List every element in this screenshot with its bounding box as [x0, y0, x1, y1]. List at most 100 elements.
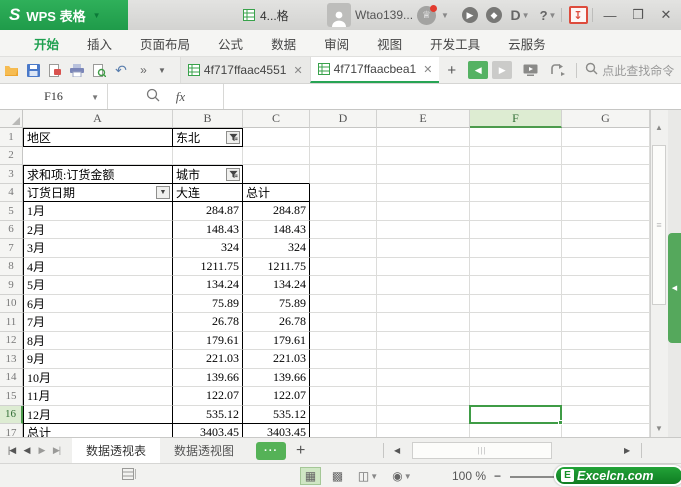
zoom-slider[interactable] [510, 476, 554, 478]
grid-cell[interactable] [470, 239, 562, 258]
next-sheet-icon[interactable]: ▶ [34, 445, 49, 456]
session-history-icon[interactable] [520, 61, 540, 79]
grid-cell[interactable] [470, 165, 562, 184]
grid-cell[interactable] [310, 257, 377, 276]
grid-cell[interactable]: 5月 [23, 276, 173, 295]
account-area[interactable]: Wtao139... ♕ ▼ [327, 0, 449, 30]
customize-toolbar-icon[interactable]: ▼ [158, 66, 166, 75]
grid-cell[interactable]: 订货日期 ▼ [23, 183, 173, 202]
spreadsheet[interactable]: ▲ ≡ ▼ ◀ A B C D E F G 1 2 3 4 5 6 7 8 9 10 11 12 13 14 15 16 17… [0, 110, 681, 437]
grid-cell[interactable]: 284.87 [173, 202, 243, 221]
grid-cell[interactable] [310, 220, 377, 239]
grid-cell[interactable] [470, 387, 562, 406]
grid-cell[interactable]: 26.78 [243, 313, 310, 332]
grid-cell[interactable]: 324 [243, 239, 310, 258]
row-header[interactable]: 6 [0, 220, 23, 239]
grid-cell[interactable] [562, 202, 650, 221]
search-icon[interactable] [585, 62, 598, 78]
grid-cell[interactable] [470, 313, 562, 332]
open-file-icon[interactable] [0, 59, 22, 81]
tab-home[interactable]: 开始 [20, 34, 73, 53]
tab-formulas[interactable]: 公式 [204, 34, 257, 53]
grid-cell[interactable]: 179.61 [173, 331, 243, 350]
grid-cell[interactable] [243, 165, 310, 184]
vip-badge[interactable]: ♕ [417, 4, 438, 25]
dropdown-arrow-icon[interactable]: ▼ [156, 185, 170, 199]
scroll-left-icon[interactable]: ◀ [394, 446, 400, 455]
tab-review[interactable]: 审阅 [310, 34, 363, 53]
grid-cell[interactable] [562, 313, 650, 332]
grid-cell[interactable] [470, 350, 562, 369]
download-manager-icon[interactable]: ↧ [565, 0, 591, 30]
grid-cell[interactable] [377, 331, 470, 350]
grid-cell[interactable] [310, 424, 377, 437]
zoom-level[interactable]: 100 % [452, 469, 486, 483]
column-header[interactable]: B [173, 110, 243, 128]
grid-cell[interactable]: 总计 [23, 424, 173, 437]
chevron-down-icon[interactable]: ▼ [91, 93, 99, 102]
help-icon[interactable]: ? ▼ [535, 0, 561, 30]
search-function-icon[interactable] [146, 88, 160, 105]
grid-cell[interactable] [470, 294, 562, 313]
formula-input[interactable] [224, 84, 681, 109]
grid-cell[interactable] [310, 294, 377, 313]
share-icon[interactable] [548, 61, 568, 79]
sheet-list-button[interactable]: ··· [256, 441, 287, 460]
grid-cell[interactable]: 2月 [23, 220, 173, 239]
add-sheet-button[interactable]: + [286, 442, 315, 460]
grid-cell[interactable]: 324 [173, 239, 243, 258]
grid-cell[interactable]: 148.43 [173, 220, 243, 239]
save-icon[interactable] [22, 59, 44, 81]
tab-view[interactable]: 视图 [363, 34, 416, 53]
view-page-layout-icon[interactable]: ◫ ▼ [354, 467, 382, 485]
sheet-tab-pivot-chart[interactable]: 数据透视图 [160, 438, 248, 463]
grid-cell[interactable] [562, 424, 650, 437]
tab-dev-tools[interactable]: 开发工具 [416, 34, 494, 53]
row-header[interactable]: 17 [0, 424, 23, 437]
column-header[interactable]: A [23, 110, 173, 128]
grid-cell[interactable] [470, 202, 562, 221]
grid-cell[interactable]: 城市 [173, 165, 243, 184]
grid-cell[interactable] [377, 424, 470, 437]
grid-cell[interactable] [562, 331, 650, 350]
zoom-out-icon[interactable]: − [494, 469, 501, 483]
print-icon[interactable] [66, 59, 88, 81]
sheet-tab-pivot-table[interactable]: 数据透视表 [72, 438, 161, 463]
grid-cell[interactable]: 8月 [23, 331, 173, 350]
row-header[interactable]: 7 [0, 239, 23, 258]
grid-cell[interactable] [562, 368, 650, 387]
row-header[interactable]: 12 [0, 331, 23, 350]
grid-cell[interactable] [377, 313, 470, 332]
grid-cell[interactable] [470, 128, 562, 147]
close-button[interactable]: ✕ [654, 0, 678, 30]
grid-cell[interactable] [470, 368, 562, 387]
grid-cell[interactable] [310, 387, 377, 406]
grid-cell[interactable]: 75.89 [173, 294, 243, 313]
first-sheet-icon[interactable]: |◀ [4, 445, 19, 456]
close-tab-icon[interactable]: ✕ [423, 63, 432, 76]
row-header[interactable]: 10 [0, 294, 23, 313]
row-header[interactable]: 14 [0, 368, 23, 387]
grid-cell[interactable]: 总计 [243, 183, 310, 202]
grid-cell[interactable] [562, 405, 650, 424]
macro-record-area[interactable] [122, 468, 136, 480]
scroll-down-icon[interactable]: ▼ [650, 419, 668, 437]
grid-cell[interactable] [377, 183, 470, 202]
docer-templates-icon[interactable]: D ▼ [507, 0, 533, 30]
grid-cell[interactable]: 大连 [173, 183, 243, 202]
grid-cell[interactable] [310, 128, 377, 147]
grid-cell[interactable] [310, 183, 377, 202]
grid-cell[interactable] [310, 165, 377, 184]
grid-cell[interactable]: 75.89 [243, 294, 310, 313]
back-button[interactable]: ◀ [468, 61, 489, 79]
grid-cell[interactable] [377, 220, 470, 239]
grid-cell[interactable] [562, 220, 650, 239]
minimize-button[interactable]: — [598, 0, 622, 30]
forward-button[interactable]: ▶ [492, 61, 513, 79]
grid-cell[interactable]: 26.78 [173, 313, 243, 332]
grid-cell[interactable]: 3403.45 [243, 424, 310, 437]
grid-cell[interactable] [562, 387, 650, 406]
export-pdf-icon[interactable] [44, 59, 66, 81]
grid-cell[interactable]: 535.12 [243, 405, 310, 424]
find-command-hint[interactable]: 点此查找命令 [602, 62, 674, 79]
